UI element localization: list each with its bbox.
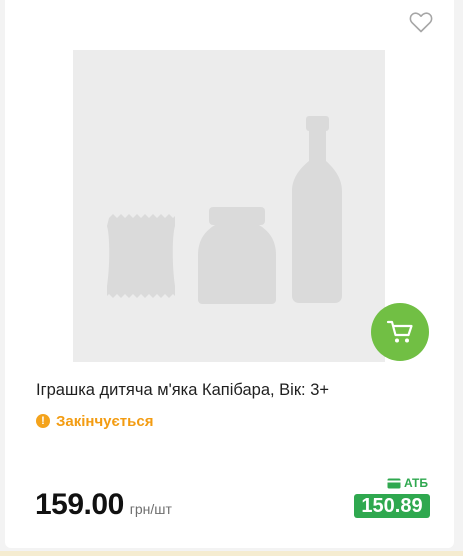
loyalty-label-text: АТБ	[403, 476, 428, 490]
loyalty-label: АТБ	[354, 475, 430, 491]
product-placeholder-icon	[107, 116, 342, 304]
stock-status: ! Закінчується	[36, 412, 153, 430]
add-to-cart-button[interactable]	[371, 303, 429, 361]
exclamation-circle-icon: !	[36, 414, 50, 428]
product-title[interactable]: Іграшка дитяча м'яка Капібара, Вік: 3+	[36, 380, 436, 400]
price-unit: грн/шт	[129, 501, 172, 517]
loyalty-price: 150.89	[354, 494, 430, 518]
favorite-button[interactable]	[408, 10, 434, 34]
wallet-icon	[387, 478, 401, 488]
loyalty-price-block: АТБ 150.89	[354, 475, 430, 518]
price-value: 159.00	[35, 488, 124, 521]
stock-status-text: Закінчується	[56, 412, 154, 430]
product-image-placeholder[interactable]	[73, 50, 385, 362]
price-block: 159.00 грн/шт	[35, 488, 172, 522]
bottom-divider	[0, 551, 463, 556]
product-card[interactable]: Іграшка дитяча м'яка Капібара, Вік: 3+ !…	[5, 0, 454, 548]
heart-outline-icon[interactable]	[408, 10, 434, 34]
cart-icon[interactable]	[386, 319, 414, 345]
